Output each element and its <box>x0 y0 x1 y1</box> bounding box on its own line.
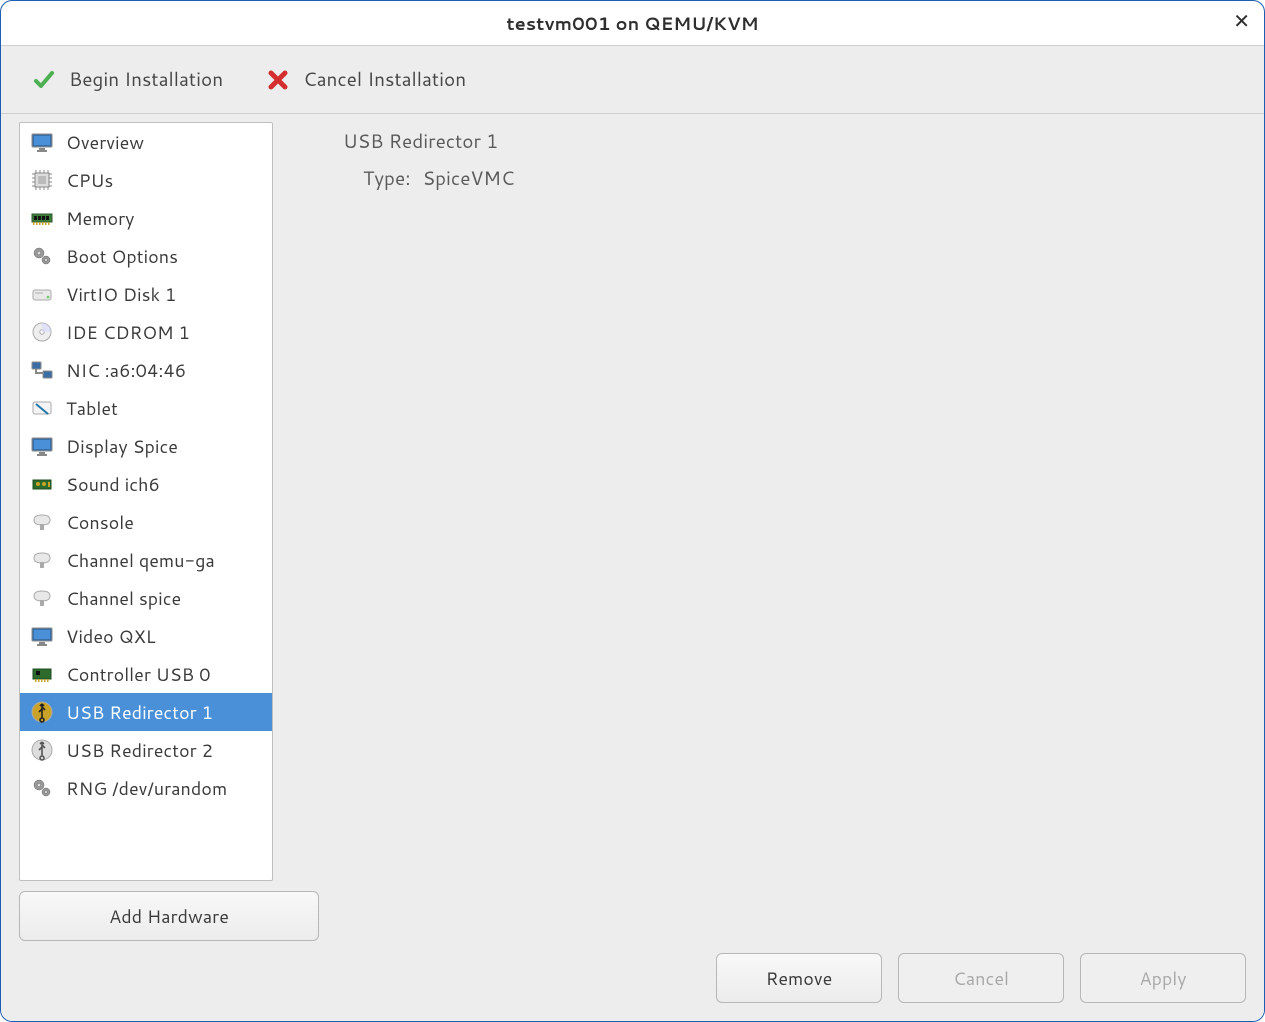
sidebar-item-label: VirtIO Disk 1 <box>66 281 176 307</box>
begin-installation-button[interactable]: Begin Installation <box>25 60 229 99</box>
sidebar-item[interactable]: Tablet <box>20 389 272 427</box>
check-icon <box>31 67 57 93</box>
content-area: Overview CPUs Memory Boot Options VirtIO Dis… <box>1 114 1264 1021</box>
remove-label: Remove <box>766 965 833 991</box>
detail-title: USB Redirector 1 <box>343 128 1240 155</box>
sidebar-item-label: CPUs <box>66 167 113 193</box>
sidebar-item[interactable]: Sound ich6 <box>20 465 272 503</box>
remove-button[interactable]: Remove <box>716 953 882 1003</box>
serial-icon <box>28 546 56 574</box>
vm-config-window: testvm001 on QEMU/KVM ✕ Begin Installati… <box>0 0 1265 1022</box>
detail-type-row: Type: SpiceVMC <box>363 165 1240 192</box>
sidebar-item[interactable]: Channel qemu-ga <box>20 541 272 579</box>
sidebar-item-label: USB Redirector 2 <box>66 737 213 763</box>
sidebar-item-label: Channel qemu-ga <box>66 547 215 573</box>
cancel-label: Cancel <box>953 965 1009 991</box>
sidebar-item[interactable]: Controller USB 0 <box>20 655 272 693</box>
sidebar-item[interactable]: Boot Options <box>20 237 272 275</box>
cancel-installation-label: Cancel Installation <box>303 66 466 93</box>
disk-icon <box>28 280 56 308</box>
apply-button[interactable]: Apply <box>1080 953 1246 1003</box>
sidebar-item[interactable]: IDE CDROM 1 <box>20 313 272 351</box>
sidebar-item-label: IDE CDROM 1 <box>66 319 190 345</box>
cpu-icon <box>28 166 56 194</box>
hardware-sidebar[interactable]: Overview CPUs Memory Boot Options VirtIO Dis… <box>19 122 273 881</box>
sidebar-item[interactable]: RNG /dev/urandom <box>20 769 272 807</box>
body: Overview CPUs Memory Boot Options VirtIO Dis… <box>1 114 1264 941</box>
sidebar-column: Overview CPUs Memory Boot Options VirtIO Dis… <box>19 122 319 941</box>
sidebar-item-label: Video QXL <box>66 623 156 649</box>
sidebar-item[interactable]: USB Redirector 1 <box>20 693 272 731</box>
begin-installation-label: Begin Installation <box>69 66 223 93</box>
footer: Remove Cancel Apply <box>1 941 1264 1021</box>
memory-icon <box>28 204 56 232</box>
usb-icon <box>28 736 56 764</box>
nic-icon <box>28 356 56 384</box>
sidebar-item-label: RNG /dev/urandom <box>66 775 227 801</box>
sidebar-item-label: USB Redirector 1 <box>66 699 213 725</box>
sidebar-item-label: Tablet <box>66 395 118 421</box>
sidebar-item[interactable]: Video QXL <box>20 617 272 655</box>
usb-icon <box>28 698 56 726</box>
sidebar-item-label: Sound ich6 <box>66 471 160 497</box>
cancel-button[interactable]: Cancel <box>898 953 1064 1003</box>
sidebar-item-label: Display Spice <box>66 433 178 459</box>
detail-type-label: Type: <box>363 165 411 192</box>
serial-icon <box>28 508 56 536</box>
cdrom-icon <box>28 318 56 346</box>
sidebar-item[interactable]: Channel spice <box>20 579 272 617</box>
serial-icon <box>28 584 56 612</box>
sidebar-item-label: Boot Options <box>66 243 178 269</box>
sidebar-item-label: Overview <box>66 129 144 155</box>
close-icon[interactable]: ✕ <box>1233 11 1250 31</box>
sidebar-item[interactable]: CPUs <box>20 161 272 199</box>
add-hardware-label: Add Hardware <box>109 903 229 929</box>
sidebar-item[interactable]: USB Redirector 2 <box>20 731 272 769</box>
sidebar-item[interactable]: Overview <box>20 123 272 161</box>
sidebar-item[interactable]: VirtIO Disk 1 <box>20 275 272 313</box>
cancel-x-icon <box>265 67 291 93</box>
sound-icon <box>28 470 56 498</box>
detail-type-value: SpiceVMC <box>423 165 515 192</box>
window-title: testvm001 on QEMU/KVM <box>506 10 758 36</box>
sidebar-item-label: Controller USB 0 <box>66 661 211 687</box>
sidebar-item-label: Channel spice <box>66 585 181 611</box>
gears-icon <box>28 242 56 270</box>
window-chrome: Begin Installation Cancel Installation O… <box>1 46 1264 1021</box>
tablet-icon <box>28 394 56 422</box>
sidebar-item-label: NIC :a6:04:46 <box>66 357 186 383</box>
sidebar-item-label: Console <box>66 509 134 535</box>
monitor-icon <box>28 622 56 650</box>
add-hardware-button[interactable]: Add Hardware <box>19 891 319 941</box>
sidebar-item[interactable]: Console <box>20 503 272 541</box>
sidebar-item[interactable]: Memory <box>20 199 272 237</box>
apply-label: Apply <box>1139 965 1186 991</box>
gears-icon <box>28 774 56 802</box>
monitor-icon <box>28 432 56 460</box>
sidebar-item-label: Memory <box>66 205 134 231</box>
toolbar: Begin Installation Cancel Installation <box>1 46 1264 114</box>
titlebar: testvm001 on QEMU/KVM ✕ <box>1 1 1264 46</box>
pci-icon <box>28 660 56 688</box>
monitor-icon <box>28 128 56 156</box>
cancel-installation-button[interactable]: Cancel Installation <box>259 60 472 99</box>
sidebar-item[interactable]: Display Spice <box>20 427 272 465</box>
sidebar-item[interactable]: NIC :a6:04:46 <box>20 351 272 389</box>
detail-pane: USB Redirector 1 Type: SpiceVMC <box>337 122 1246 941</box>
